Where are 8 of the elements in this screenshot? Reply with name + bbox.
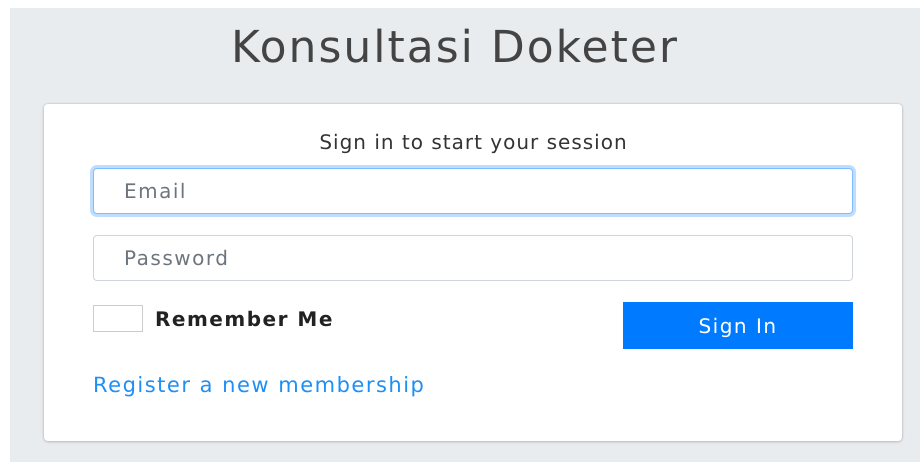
sign-in-button[interactable]: Sign In bbox=[623, 302, 853, 349]
page-title: Konsultasi Doketer bbox=[230, 21, 680, 75]
remember-checkbox[interactable] bbox=[93, 305, 143, 332]
register-link[interactable]: Register a new membership bbox=[93, 373, 426, 397]
card-heading: Sign in to start your session bbox=[318, 130, 629, 154]
password-field[interactable]: Password bbox=[93, 235, 853, 281]
email-field[interactable]: Email bbox=[93, 168, 853, 214]
remember-label: Remember Me bbox=[155, 306, 334, 330]
